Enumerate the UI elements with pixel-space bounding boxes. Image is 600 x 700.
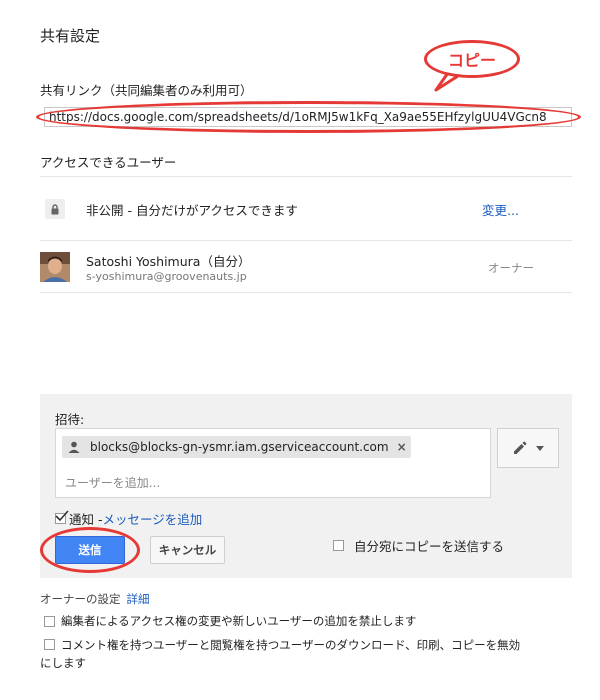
dialog-title: 共有設定 <box>40 27 101 45</box>
add-message-link[interactable]: メッセージを追加 <box>102 509 202 528</box>
access-section-title: アクセスできるユーザー <box>40 155 177 170</box>
copy-callout: コピー <box>424 40 520 78</box>
user-name: Satoshi Yoshimura（自分） <box>86 254 251 269</box>
restrict-editors-checkbox[interactable] <box>44 615 55 627</box>
owner-settings: オーナーの設定 詳細 <box>40 591 150 607</box>
copy-self-row: 自分宛にコピーを送信する <box>333 536 504 555</box>
restrict-editors-label: 編集者によるアクセス権の変更や新しいユーザーの追加を禁止します <box>61 614 417 628</box>
divider <box>40 240 572 241</box>
user-role: オーナー <box>488 261 534 275</box>
divider <box>40 176 572 177</box>
person-icon <box>68 441 80 453</box>
disable-download-label-cont: にします <box>40 656 86 670</box>
notify-row: 通知 - メッセージを追加 <box>55 509 202 528</box>
lock-icon <box>45 199 65 219</box>
pencil-icon <box>514 441 527 454</box>
owner-option-2: コメント権を持つユーザーと閲覧権を持つユーザーのダウンロード、印刷、コピーを無効 <box>44 635 574 655</box>
invitee-chip[interactable]: blocks@blocks-gn-ysmr.iam.gserviceaccoun… <box>62 436 411 458</box>
remove-invitee-icon[interactable]: × <box>397 440 407 454</box>
chevron-down-icon <box>536 445 544 451</box>
user-email: s-yoshimura@groovenauts.jp <box>86 270 247 283</box>
permission-dropdown-button[interactable] <box>497 428 559 468</box>
invite-label: 招待: <box>55 412 85 427</box>
notify-label: 通知 - <box>69 512 103 527</box>
change-visibility-link[interactable]: 変更... <box>482 200 519 219</box>
divider <box>40 292 572 293</box>
check-icon <box>55 510 69 522</box>
copy-self-checkbox[interactable] <box>333 540 344 551</box>
notify-checkbox[interactable] <box>55 510 69 524</box>
share-link-highlight <box>36 101 581 133</box>
add-user-input[interactable]: ユーザーを追加... <box>65 474 160 491</box>
invitee-email: blocks@blocks-gn-ysmr.iam.gserviceaccoun… <box>90 440 389 454</box>
share-link-label: 共有リンク（共同編集者のみ利用可） <box>40 83 253 98</box>
disable-download-checkbox[interactable] <box>44 639 55 650</box>
owner-settings-label: オーナーの設定 <box>40 592 121 606</box>
cancel-button[interactable]: キャンセル <box>150 536 225 564</box>
user-avatar <box>40 252 70 282</box>
send-highlight <box>40 527 140 573</box>
visibility-status: 非公開 - 自分だけがアクセスできます <box>86 203 298 218</box>
owner-settings-detail-link[interactable]: 詳細 <box>127 592 150 606</box>
disable-download-label: コメント権を持つユーザーと閲覧権を持つユーザーのダウンロード、印刷、コピーを無効 <box>61 638 521 652</box>
copy-self-label: 自分宛にコピーを送信する <box>354 539 505 554</box>
owner-option-1: 編集者によるアクセス権の変更や新しいユーザーの追加を禁止します <box>44 613 416 629</box>
